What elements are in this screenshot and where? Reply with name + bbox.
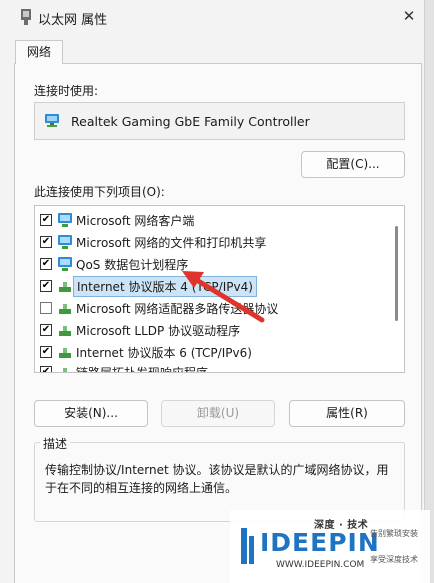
checkbox[interactable]: ✔ (40, 236, 52, 248)
description-text: 传输控制协议/Internet 协议。该协议是默认的广域网络协议，用于在不同的相… (45, 463, 389, 495)
network-share-icon (58, 235, 72, 249)
qos-icon (58, 257, 72, 271)
description-title: 描述 (40, 435, 71, 452)
uninstall-button[interactable]: 卸载(U) (161, 400, 275, 427)
network-client-icon (58, 213, 72, 227)
red-arrow-annotation (182, 271, 265, 323)
watermark-url: WWW.IDEEPIN.COM (276, 560, 365, 570)
checkbox[interactable]: ✔ (40, 324, 52, 336)
watermark-slogan-1: 告别繁琐安装 (370, 529, 418, 538)
list-item[interactable]: ✔ 链路层拓扑发现响应程序 (35, 361, 393, 373)
checkbox[interactable] (40, 302, 52, 314)
protocol-icon (59, 348, 71, 358)
checkbox[interactable]: ✔ (40, 258, 52, 270)
watermark-brand: IDEEPIN (260, 528, 380, 557)
item-label: Microsoft 网络客户端 (76, 214, 195, 228)
connect-using-label: 连接时使用: (34, 84, 99, 98)
item-label: 链路层拓扑发现响应程序 (76, 366, 209, 373)
close-button[interactable]: ✕ (396, 4, 422, 30)
network-adapter-icon (21, 9, 31, 25)
watermark-slogan-2: 享受深度技术 (370, 555, 418, 564)
protocol-icon (63, 368, 67, 372)
adapter-box: Realtek Gaming GbE Family Controller (34, 102, 405, 140)
checkbox[interactable]: ✔ (40, 214, 52, 226)
network-card-icon (45, 114, 59, 127)
checkbox[interactable]: ✔ (40, 346, 52, 358)
tab-network[interactable]: 网络 (15, 40, 63, 64)
window-title: 以太网 属性 (38, 13, 108, 28)
install-button[interactable]: 安装(N)... (34, 400, 148, 427)
background-window-edge (424, 0, 434, 583)
properties-button[interactable]: 属性(R) (289, 400, 405, 427)
items-label: 此连接使用下列项目(O): (34, 185, 165, 199)
list-item[interactable]: ✔ Internet 协议版本 6 (TCP/IPv6) (35, 341, 393, 363)
protocol-icon (59, 304, 71, 314)
protocol-icon (59, 282, 71, 292)
checkbox[interactable]: ✔ (40, 366, 52, 372)
title-bar: 以太网 属性 ✕ (0, 0, 424, 34)
item-label: Internet 协议版本 6 (TCP/IPv6) (76, 346, 252, 360)
item-label: QoS 数据包计划程序 (76, 258, 189, 272)
watermark: 深度 · 技术 IDEEPIN WWW.IDEEPIN.COM 告别繁琐安装 享… (230, 510, 430, 583)
checkbox[interactable]: ✔ (40, 280, 52, 292)
brand-logo-icon (241, 528, 254, 564)
list-item[interactable]: ✔ Microsoft 网络客户端 (35, 209, 393, 231)
adapter-name: Realtek Gaming GbE Family Controller (71, 114, 310, 129)
list-scrollbar[interactable] (395, 226, 398, 321)
configure-button[interactable]: 配置(C)... (301, 151, 405, 178)
list-item[interactable]: ✔ Microsoft 网络的文件和打印机共享 (35, 231, 393, 253)
protocol-icon (59, 326, 71, 336)
item-label: Microsoft 网络的文件和打印机共享 (76, 236, 267, 250)
